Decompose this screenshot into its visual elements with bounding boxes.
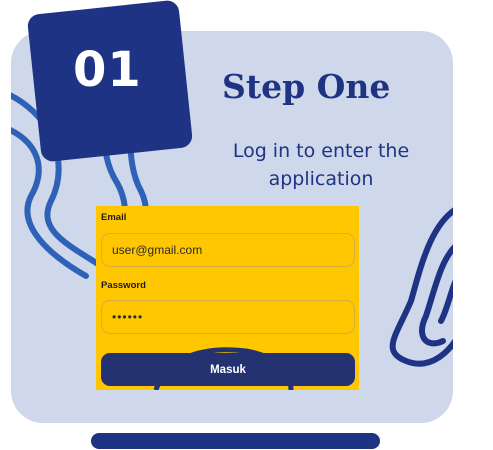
password-field[interactable] <box>101 300 355 334</box>
email-label: Email <box>101 212 127 223</box>
email-field[interactable] <box>101 233 355 267</box>
bottom-bar <box>91 433 380 449</box>
login-form: Email Password Masuk <box>96 206 359 390</box>
step-number: 01 <box>73 42 142 98</box>
password-label: Password <box>101 280 146 291</box>
step-description: Log in to enter the application <box>232 140 410 190</box>
step-title: Step One <box>222 67 391 106</box>
submit-button[interactable]: Masuk <box>101 353 355 386</box>
